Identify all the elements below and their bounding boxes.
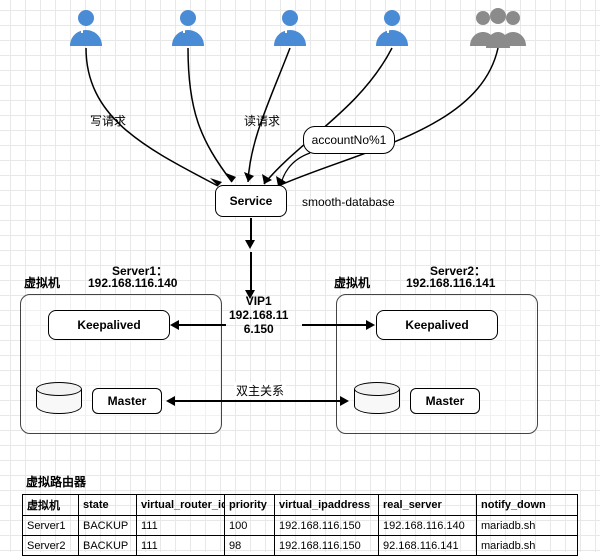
keepalived-node: Keepalived (376, 310, 498, 340)
table-cell: 98 (225, 536, 275, 556)
user-icon (168, 6, 208, 46)
connector-line (250, 252, 252, 292)
service-label: Service (230, 194, 273, 208)
table-cell: 192.168.116.150 (275, 536, 379, 556)
table-cell: 192.168.116.140 (379, 516, 477, 536)
master-label: Master (426, 394, 465, 408)
table-cell: 100 (225, 516, 275, 536)
vip-block: VIP1 192.168.11 6.150 (229, 294, 288, 336)
table-cell: BACKUP (79, 516, 137, 536)
dual-master-label: 双主关系 (234, 382, 286, 399)
table-cell: mariadb.sh (477, 516, 578, 536)
arrow-left-icon (166, 396, 175, 406)
table-header: priority (225, 495, 275, 516)
table-header: real_server (379, 495, 477, 516)
arrow-right-icon (340, 396, 349, 406)
table-header: virtual_ipaddress (275, 495, 379, 516)
table-header: 虚拟机 (23, 495, 79, 516)
connector-line (178, 324, 226, 326)
user-icon (372, 6, 412, 46)
table-header: virtual_router_id (137, 495, 225, 516)
read-request-label: 读请求 (244, 112, 280, 129)
vm-label-left: 虚拟机 (24, 274, 60, 291)
group-icon (468, 6, 528, 50)
arrow-down-icon (245, 240, 255, 249)
service-node: Service (215, 185, 287, 217)
keepalived-label: Keepalived (77, 318, 140, 332)
account-mod-callout: accountNo%1 (303, 126, 395, 154)
diagram-canvas: 写请求 读请求 accountNo%1 Service smooth-datab… (0, 0, 600, 552)
server2-ip: 192.168.116.141 (406, 276, 495, 290)
table-row: Server1BACKUP111100192.168.116.150192.16… (23, 516, 578, 536)
table-cell: Server1 (23, 516, 79, 536)
table-cell: Server2 (23, 536, 79, 556)
table-cell: 111 (137, 516, 225, 536)
master-node: Master (92, 388, 162, 414)
server1-ip: 192.168.116.140 (88, 276, 177, 290)
keepalived-node: Keepalived (48, 310, 170, 340)
table-cell: 192.168.116.150 (275, 516, 379, 536)
table-title: 虚拟路由器 (26, 473, 578, 490)
connector-line (250, 218, 252, 242)
vm-label-right: 虚拟机 (334, 274, 370, 291)
vip-line2: 192.168.11 (229, 308, 288, 322)
connector-line (302, 324, 368, 326)
keepalived-label: Keepalived (405, 318, 468, 332)
account-mod-label: accountNo%1 (312, 133, 387, 147)
table-row: Server2BACKUP11198192.168.116.15092.168.… (23, 536, 578, 556)
master-node: Master (410, 388, 480, 414)
arrow-right-icon (366, 320, 375, 330)
table-header: state (79, 495, 137, 516)
master-label: Master (108, 394, 147, 408)
table-header: notify_down (477, 495, 578, 516)
connector-line (174, 400, 342, 402)
user-icon (66, 6, 106, 46)
write-request-label: 写请求 (90, 112, 126, 129)
vip-line3: 6.150 (229, 322, 288, 336)
table-cell: 111 (137, 536, 225, 556)
table-cell: 92.168.116.141 (379, 536, 477, 556)
vip-title: VIP1 (229, 294, 288, 308)
table-cell: mariadb.sh (477, 536, 578, 556)
virtual-router-table: 虚拟路由器 虚拟机statevirtual_router_idpriorityv… (22, 473, 578, 556)
smooth-database-label: smooth-database (302, 195, 395, 209)
table-cell: BACKUP (79, 536, 137, 556)
user-icon (270, 6, 310, 46)
arrow-left-icon (170, 320, 179, 330)
